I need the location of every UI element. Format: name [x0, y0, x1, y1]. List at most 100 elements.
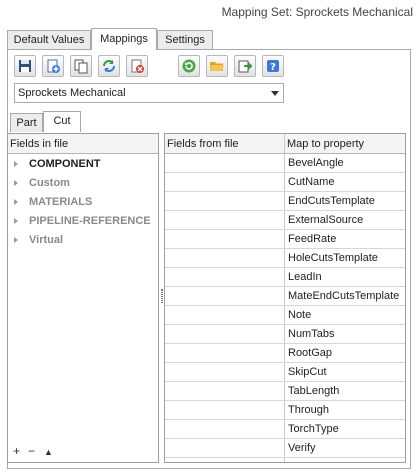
- file-field-cell[interactable]: [165, 173, 284, 191]
- tab-default-values[interactable]: Default Values: [7, 30, 91, 49]
- add-icon: [47, 59, 60, 73]
- tree-item[interactable]: MATERIALS: [8, 193, 158, 212]
- property-cell: BevelAngle: [288, 157, 344, 169]
- property-cell: NumTabs: [288, 328, 335, 340]
- file-field-cell[interactable]: [165, 230, 284, 248]
- file-field-cell[interactable]: [165, 420, 284, 438]
- add-button[interactable]: [42, 55, 64, 77]
- table-row[interactable]: ExternalSource: [165, 211, 405, 230]
- property-cell: Verify: [288, 442, 316, 454]
- mapping-set-select[interactable]: Sprockets Mechanical: [14, 83, 284, 103]
- table-row[interactable]: BevelAngle: [165, 154, 405, 173]
- help-button[interactable]: ?: [262, 55, 284, 77]
- table-row[interactable]: Through: [165, 401, 405, 420]
- help-icon: ?: [267, 60, 279, 73]
- table-row[interactable]: RootGap: [165, 344, 405, 363]
- refresh-button[interactable]: [98, 55, 120, 77]
- table-row[interactable]: LeadIn: [165, 268, 405, 287]
- open-folder-button[interactable]: [206, 55, 228, 77]
- property-cell: Through: [288, 404, 329, 416]
- export-button[interactable]: [234, 55, 256, 77]
- add-field-button[interactable]: +: [13, 444, 20, 458]
- svg-text:?: ?: [270, 62, 276, 73]
- table-row[interactable]: TabLength: [165, 382, 405, 401]
- col-fields-from-file[interactable]: Fields from file: [165, 134, 285, 154]
- window-title: Mapping Set: Sprockets Mechanical: [221, 5, 413, 19]
- fields-in-file-header: Fields in file: [8, 134, 158, 154]
- property-cell: CutName: [288, 176, 335, 188]
- file-field-cell[interactable]: [165, 268, 284, 286]
- reload-button[interactable]: [178, 55, 200, 77]
- tree-item-label: PIPELINE-REFERENCE: [29, 215, 151, 227]
- table-row[interactable]: MateEndCutsTemplate: [165, 287, 405, 306]
- property-cell: Note: [288, 309, 312, 321]
- property-cell: SkipCut: [288, 366, 327, 378]
- table-row[interactable]: Note: [165, 306, 405, 325]
- property-cell: EndCutsTemplate: [288, 195, 375, 207]
- mapping-set-value: Sprockets Mechanical: [18, 87, 126, 99]
- file-field-cell[interactable]: [165, 401, 284, 419]
- col-map-to-property[interactable]: Map to property: [285, 134, 405, 154]
- file-field-cell[interactable]: [165, 192, 284, 210]
- file-field-cell[interactable]: [165, 249, 284, 267]
- property-cell: FeedRate: [288, 233, 337, 245]
- file-field-cell[interactable]: [165, 287, 284, 305]
- copy-button[interactable]: [70, 55, 92, 77]
- expand-arrow-icon[interactable]: [14, 180, 18, 186]
- property-cell: TorchType: [288, 423, 339, 435]
- property-cell: LeadIn: [288, 271, 322, 283]
- delete-button[interactable]: [126, 55, 148, 77]
- table-row[interactable]: EndCutsTemplate: [165, 192, 405, 211]
- refresh-icon: [103, 60, 115, 72]
- table-row[interactable]: FeedRate: [165, 230, 405, 249]
- remove-field-button[interactable]: −: [28, 444, 35, 458]
- move-up-button[interactable]: ▲: [44, 447, 53, 457]
- file-field-cell[interactable]: [165, 154, 284, 172]
- table-row[interactable]: TorchType: [165, 420, 405, 439]
- tree-item-label: COMPONENT: [29, 158, 101, 170]
- file-field-cell[interactable]: [165, 344, 284, 362]
- tree-item[interactable]: PIPELINE-REFERENCE: [8, 212, 158, 231]
- table-row[interactable]: SkipCut: [165, 363, 405, 382]
- open-folder-icon: [210, 62, 224, 71]
- property-cell: ExternalSource: [288, 214, 364, 226]
- file-field-cell[interactable]: [165, 363, 284, 381]
- expand-arrow-icon[interactable]: [14, 237, 18, 243]
- property-cell: RootGap: [288, 347, 333, 359]
- tab-part[interactable]: Part: [10, 113, 43, 132]
- tree-item[interactable]: COMPONENT: [8, 155, 158, 174]
- property-cell: TabLength: [288, 385, 340, 397]
- tab-cut[interactable]: Cut: [43, 111, 81, 132]
- mapping-grid: Fields from file Map to property BevelAn…: [164, 133, 406, 463]
- tree-item-label: MATERIALS: [29, 196, 93, 208]
- table-row[interactable]: Verify: [165, 439, 405, 458]
- file-field-cell[interactable]: [165, 211, 284, 229]
- save-icon: [19, 60, 31, 72]
- expand-arrow-icon[interactable]: [14, 218, 18, 224]
- delete-icon: [131, 59, 144, 73]
- copy-icon: [74, 59, 88, 74]
- tab-settings[interactable]: Settings: [157, 30, 213, 49]
- table-row[interactable]: HoleCutsTemplate: [165, 249, 405, 268]
- fields-in-file-panel: Fields in file COMPONENT Custom MATERIALS P…: [7, 133, 159, 463]
- property-cell: HoleCutsTemplate: [288, 252, 378, 264]
- property-cell: MateEndCutsTemplate: [288, 290, 400, 302]
- tab-mappings[interactable]: Mappings: [91, 28, 157, 50]
- tree-item-label: Custom: [29, 177, 70, 189]
- table-row[interactable]: NumTabs: [165, 325, 405, 344]
- expand-arrow-icon[interactable]: [14, 161, 18, 167]
- tree-item-label: Virtual: [29, 234, 64, 246]
- file-field-cell[interactable]: [165, 439, 284, 457]
- tree-item[interactable]: Custom: [8, 174, 158, 193]
- tree-item[interactable]: Virtual: [8, 231, 158, 250]
- file-field-cell[interactable]: [165, 306, 284, 324]
- file-field-cell[interactable]: [165, 325, 284, 343]
- export-icon: [238, 60, 253, 73]
- panel-splitter[interactable]: [161, 289, 163, 303]
- reload-icon: [182, 59, 196, 73]
- file-field-cell[interactable]: [165, 382, 284, 400]
- save-button[interactable]: [14, 55, 36, 77]
- expand-arrow-icon[interactable]: [14, 199, 18, 205]
- table-row[interactable]: CutName: [165, 173, 405, 192]
- chevron-down-icon[interactable]: [271, 91, 279, 96]
